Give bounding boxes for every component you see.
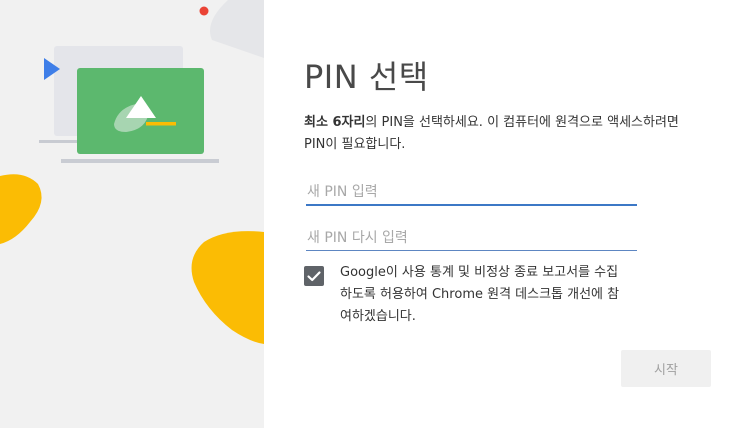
pin-min-length: 최소 6자리	[304, 115, 366, 130]
laptop-base	[61, 159, 219, 163]
usage-stats-label[interactable]: Google이 사용 통계 및 비정상 종료 보고서를 수집하도록 허용하여 C…	[340, 262, 630, 328]
red-dot	[199, 6, 209, 16]
usage-stats-checkbox[interactable]	[304, 266, 324, 286]
yellow-blob	[0, 174, 42, 244]
pin-description: 최소 6자리의 PIN을 선택하세요. 이 컴퓨터에 원격으로 액세스하려면 P…	[304, 112, 704, 156]
illustration	[0, 0, 264, 344]
new-pin-input[interactable]	[306, 180, 637, 206]
yellow-blob-large	[191, 231, 264, 344]
illustration-panel	[0, 0, 264, 428]
grey-shape	[210, 0, 264, 58]
page-title: PIN 선택	[304, 58, 429, 96]
checkmark-icon	[307, 271, 321, 282]
start-button[interactable]: 시작	[621, 350, 711, 387]
yellow-bar	[146, 122, 176, 126]
confirm-pin-input[interactable]	[306, 226, 637, 251]
pin-dialog: PIN 선택 최소 6자리의 PIN을 선택하세요. 이 컴퓨터에 원격으로 액…	[264, 0, 747, 428]
